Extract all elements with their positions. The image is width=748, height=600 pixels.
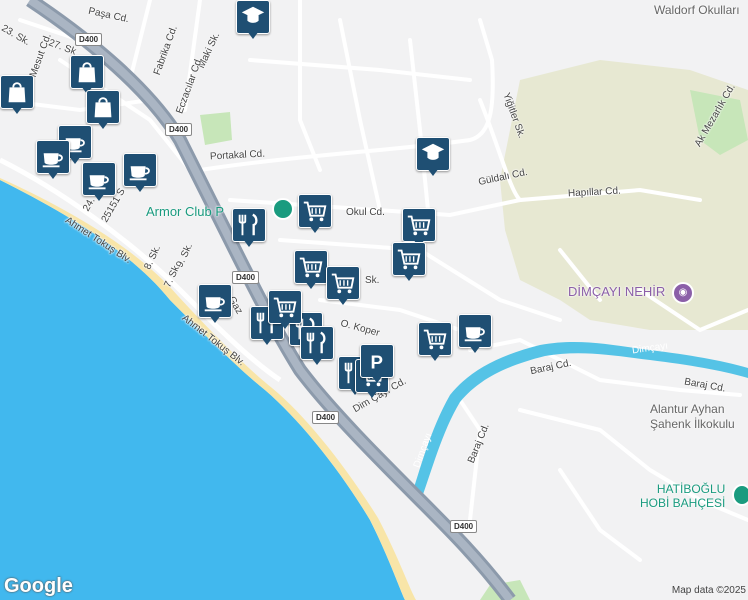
shopping-marker[interactable]: [0, 75, 34, 115]
map-attribution: Map data ©2025: [671, 585, 746, 596]
shopping-marker[interactable]: [86, 90, 120, 130]
grocery-icon: [299, 257, 323, 278]
poi-label-armor-club[interactable]: Armor Club P: [146, 204, 224, 219]
map-canvas[interactable]: Paşa Cd. Fabrika Cd. Maki Sk. Eczacılar …: [0, 0, 748, 600]
grocery-marker[interactable]: [298, 194, 332, 234]
shopping-icon: [78, 62, 96, 83]
place-label-alantur[interactable]: Alantur Ayhan Şahenk İlkokulu: [650, 402, 735, 432]
grocery-icon: [397, 249, 421, 270]
cafe-icon: [88, 175, 109, 190]
parking-icon: P: [370, 351, 382, 372]
school-marker[interactable]: [416, 137, 450, 177]
highway-shield: D400: [75, 33, 103, 46]
grocery-marker[interactable]: [326, 266, 360, 306]
grocery-icon: [273, 297, 297, 318]
school-marker[interactable]: [236, 0, 270, 40]
grocery-icon: [407, 215, 431, 236]
cafe-icon: [129, 166, 150, 181]
grocery-icon: [331, 273, 355, 294]
grocery-marker[interactable]: [268, 290, 302, 330]
highway-shield: D400: [312, 411, 340, 424]
cafe-icon: [464, 327, 485, 342]
restaurant-icon: [306, 331, 326, 354]
poi-label-dimcayi-nehir[interactable]: DİMÇAYI NEHİR: [568, 284, 665, 299]
shopping-marker[interactable]: [70, 55, 104, 95]
restaurant-icon: [238, 213, 258, 236]
cafe-marker[interactable]: [82, 162, 116, 202]
grocery-marker[interactable]: [294, 250, 328, 290]
park-pin-icon[interactable]: [272, 198, 294, 220]
school-icon: [241, 6, 265, 23]
cafe-marker[interactable]: [198, 284, 232, 324]
cafe-icon: [204, 297, 225, 312]
street-label: Sk.: [365, 275, 380, 286]
grocery-marker[interactable]: [418, 322, 452, 362]
google-logo: Google: [4, 575, 73, 597]
cafe-marker[interactable]: [458, 314, 492, 354]
poi-label-hatiboglu[interactable]: HATİBOĞLU HOBİ BAHÇESİ: [640, 482, 725, 510]
cafe-marker[interactable]: [123, 153, 157, 193]
highway-shield: D400: [165, 123, 193, 136]
school-icon: [421, 143, 445, 160]
street-label: Okul Cd.: [346, 207, 385, 218]
highway-shield: D400: [450, 520, 478, 533]
place-label-waldorf[interactable]: Waldorf Okulları: [654, 3, 740, 17]
highway-shield: D400: [232, 271, 260, 284]
parking-marker[interactable]: P: [360, 344, 394, 384]
camera-icon[interactable]: ◉: [672, 282, 694, 304]
cafe-icon: [42, 153, 63, 168]
svg-text:P: P: [370, 351, 382, 372]
cafe-marker[interactable]: [36, 140, 70, 180]
restaurant-marker[interactable]: [232, 208, 266, 248]
shopping-icon: [94, 97, 112, 118]
grocery-icon: [303, 201, 327, 222]
restaurant-marker[interactable]: [300, 326, 334, 366]
shopping-icon: [8, 82, 26, 103]
grocery-marker[interactable]: [392, 242, 426, 282]
camera-icon[interactable]: [732, 484, 748, 506]
grocery-icon: [423, 329, 447, 350]
